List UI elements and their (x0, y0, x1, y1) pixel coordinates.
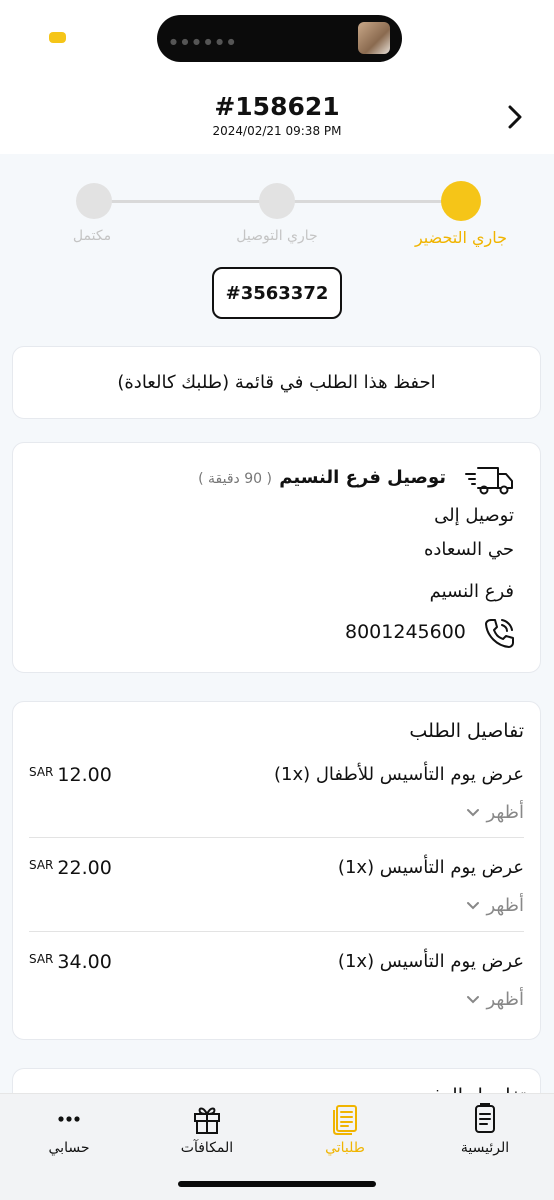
branch-phone-number[interactable]: 8001245600 (345, 621, 466, 643)
order-number: #158621 (214, 92, 340, 121)
item-price-value: 22.00 (57, 857, 112, 879)
chevron-right-icon[interactable] (502, 102, 526, 132)
step-circle-completed (76, 183, 112, 219)
deliver-to-label: توصيل إلى (434, 505, 514, 526)
home-receipt-icon (475, 1103, 495, 1133)
show-label: أظهر (486, 989, 524, 1010)
status-bar: ● ● ● ● ● ● (0, 0, 554, 80)
nav-label-home: الرئيسية (460, 1140, 510, 1156)
show-label: أظهر (486, 802, 524, 823)
item-price: SAR 22.00 (29, 857, 112, 879)
order-details-title: تفاصيل الطلب (409, 720, 524, 742)
more-dots-icon (58, 1116, 80, 1122)
nav-label-orders: طلباتي (325, 1140, 365, 1156)
item-divider (29, 837, 524, 838)
phone-icon[interactable] (482, 616, 516, 650)
delivery-truck-icon (465, 467, 513, 495)
item-name: عرض يوم التأسيس للأطفال (1x) (273, 764, 524, 785)
nav-item-account[interactable]: حسابي (14, 1102, 124, 1156)
show-item-details-button[interactable]: أظهر (466, 802, 524, 823)
show-label: أظهر (486, 895, 524, 916)
save-order-label: احفظ هذا الطلب في قائمة (طلبك كالعادة) (117, 372, 436, 393)
delivery-branch-title: توصيل فرع النسيم (279, 467, 446, 488)
step-circle-preparing (441, 181, 481, 221)
ticket-number: #3563372 (212, 267, 342, 319)
currency-label: SAR (29, 952, 54, 966)
home-indicator[interactable] (178, 1181, 376, 1187)
order-details-card: تفاصيل الطلب عرض يوم التأسيس للأطفال (1x… (12, 701, 541, 1040)
nav-label-account: حسابي (48, 1140, 90, 1156)
nav-item-rewards[interactable]: المكافآت (152, 1102, 262, 1156)
nav-label-rewards: المكافآت (180, 1140, 234, 1156)
item-name: عرض يوم التأسيس (1x) (337, 857, 524, 878)
order-item: عرض يوم التأسيس (1x) SAR 34.00 أظهر (29, 951, 524, 1043)
nav-item-home[interactable]: الرئيسية (430, 1102, 540, 1156)
nav-item-orders[interactable]: طلباتي (290, 1102, 400, 1156)
step-label-completed: مكتمل (72, 228, 112, 244)
delivery-eta: ( 90 دقيقة ) (198, 471, 272, 487)
item-divider (29, 931, 524, 932)
delivery-district: حي السعاده (423, 539, 514, 560)
step-label-preparing: جاري التحضير (414, 228, 508, 247)
item-price-value: 12.00 (57, 764, 112, 786)
order-progress-stepper: جاري التحضير جاري التوصيل مكتمل (0, 170, 554, 260)
caller-avatar (358, 22, 390, 54)
order-datetime: 2024/02/21 09:38 PM (212, 124, 342, 138)
item-price: SAR 12.00 (29, 764, 112, 786)
chevron-down-icon (467, 995, 480, 1003)
chevron-down-icon (467, 901, 480, 909)
status-indicator (49, 32, 66, 43)
order-item: عرض يوم التأسيس (1x) SAR 22.00 أظهر (29, 857, 524, 949)
step-circle-delivering (259, 183, 295, 219)
currency-label: SAR (29, 858, 54, 872)
item-price-value: 34.00 (57, 951, 112, 973)
delivery-card: توصيل فرع النسيم ( 90 دقيقة ) توصيل إلى … (12, 442, 541, 673)
item-price: SAR 34.00 (29, 951, 112, 973)
gift-icon (194, 1107, 220, 1134)
currency-label: SAR (29, 765, 54, 779)
step-label-delivering: جاري التوصيل (236, 228, 318, 244)
item-name: عرض يوم التأسيس (1x) (337, 951, 524, 972)
show-item-details-button[interactable]: أظهر (466, 989, 524, 1010)
chevron-down-icon (467, 808, 480, 816)
show-item-details-button[interactable]: أظهر (466, 895, 524, 916)
save-order-button[interactable]: احفظ هذا الطلب في قائمة (طلبك كالعادة) (12, 346, 541, 419)
orders-icon (333, 1105, 357, 1135)
audio-wave-icon: ● ● ● ● ● ● (170, 37, 236, 46)
order-header: #158621 2024/02/21 09:38 PM (0, 80, 554, 154)
order-item: عرض يوم التأسيس للأطفال (1x) SAR 12.00 أظ… (29, 764, 524, 856)
delivery-branch: فرع النسيم (429, 581, 514, 602)
